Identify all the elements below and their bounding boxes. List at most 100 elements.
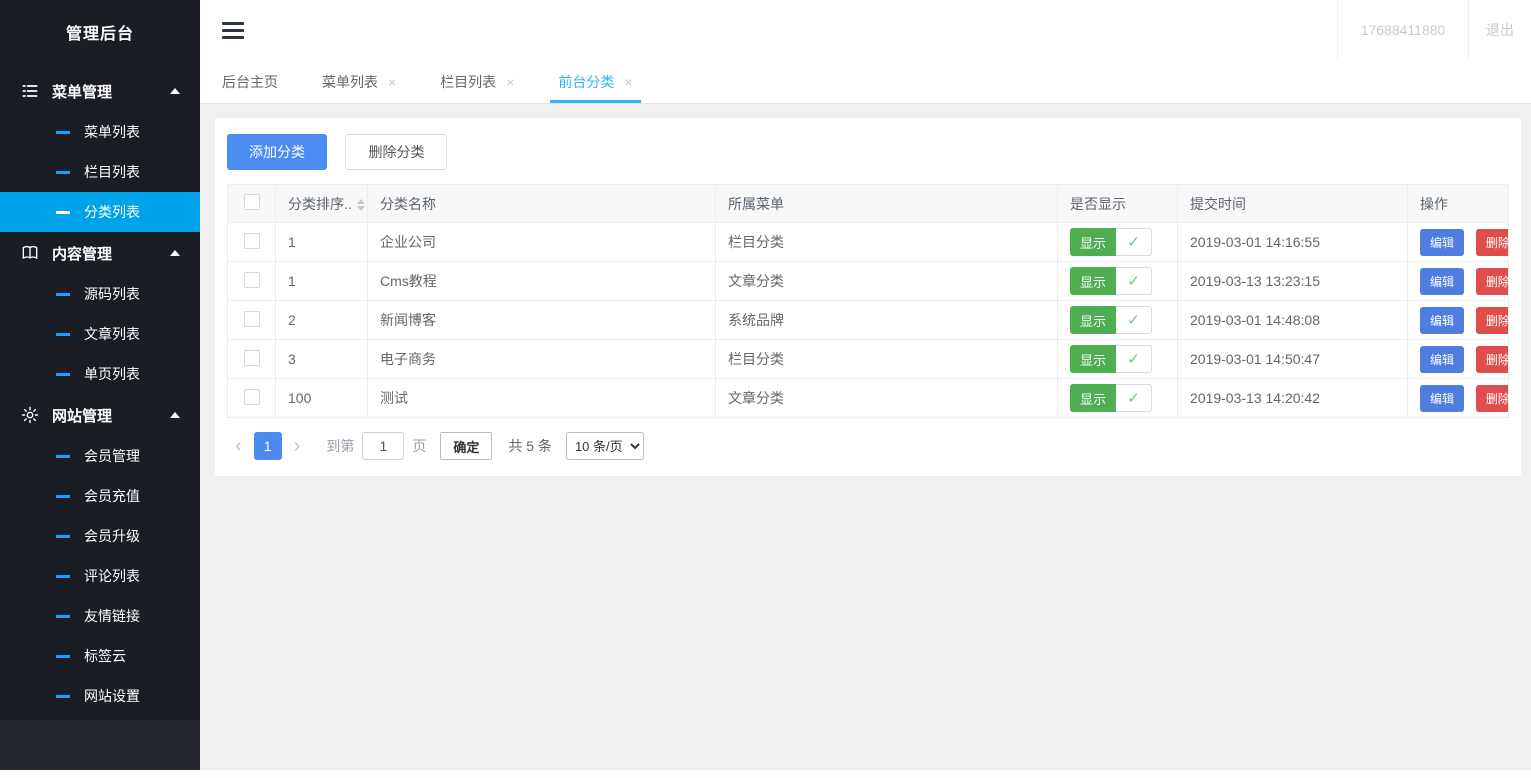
sidebar-item-label: 会员升级	[84, 526, 140, 546]
visible-toggle[interactable]: 显示 ✓	[1070, 306, 1152, 334]
cell-time: 2019-03-13 13:23:15	[1178, 262, 1408, 301]
tab-home[interactable]: 后台主页	[222, 60, 278, 103]
cell-order: 100	[276, 379, 368, 418]
table-row: 1 Cms教程 文章分类 显示 ✓ 2019-03-13 13:23:15	[228, 262, 1509, 301]
delete-button[interactable]: 删除	[1476, 268, 1509, 295]
sidebar-item-member-recharge[interactable]: 会员充值	[0, 476, 200, 516]
column-header-actions: 操作	[1408, 185, 1509, 223]
dash-icon	[56, 131, 70, 134]
edit-button[interactable]: 编辑	[1420, 346, 1464, 373]
sidebar-item-column-list[interactable]: 栏目列表	[0, 152, 200, 192]
column-header-visible: 是否显示	[1058, 185, 1178, 223]
sidebar-group-content-management[interactable]: 内容管理	[0, 232, 200, 274]
sidebar-item-site-settings[interactable]: 网站设置	[0, 676, 200, 716]
tab-front-categories[interactable]: 前台分类 ×	[558, 60, 632, 103]
cell-name: 电子商务	[368, 340, 716, 379]
sidebar-item-tag-cloud[interactable]: 标签云	[0, 636, 200, 676]
topbar-right: 17688411880 退出	[1337, 0, 1531, 60]
sidebar-item-label: 单页列表	[84, 364, 140, 384]
table-row: 2 新闻博客 系统品牌 显示 ✓ 2019-03-01 14:48:08	[228, 301, 1509, 340]
page-size-select[interactable]: 10 条/页	[566, 432, 644, 460]
delete-button[interactable]: 删除	[1476, 307, 1509, 334]
delete-button[interactable]: 删除	[1476, 385, 1509, 412]
dash-icon	[56, 495, 70, 498]
confirm-page-button[interactable]: 确定	[440, 432, 492, 460]
page-number-button[interactable]: 1	[254, 432, 282, 460]
cell-menu: 栏目分类	[716, 340, 1058, 379]
close-icon[interactable]: ×	[506, 74, 514, 90]
dash-icon	[56, 695, 70, 698]
sidebar-item-menu-list[interactable]: 菜单列表	[0, 112, 200, 152]
sidebar-item-source-list[interactable]: 源码列表	[0, 274, 200, 314]
sidebar-item-category-list[interactable]: 分类列表	[0, 192, 200, 232]
sidebar: 管理后台 菜单管理 菜单列表 栏目列表 分类列表	[0, 0, 200, 770]
main-area: 17688411880 退出 后台主页 菜单列表 × 栏目列表 × 前台分类 ×	[200, 0, 1531, 770]
sidebar-item-label: 会员充值	[84, 486, 140, 506]
logout-button[interactable]: 退出	[1469, 0, 1531, 60]
edit-button[interactable]: 编辑	[1420, 385, 1464, 412]
caret-up-icon	[170, 412, 180, 418]
sidebar-footer	[0, 720, 200, 770]
sidebar-item-friend-links[interactable]: 友情链接	[0, 596, 200, 636]
sidebar-group-site-management[interactable]: 网站管理	[0, 394, 200, 436]
dash-icon	[56, 615, 70, 618]
row-checkbox[interactable]	[244, 272, 260, 288]
delete-button[interactable]: 删除	[1476, 229, 1509, 256]
sidebar-item-label: 友情链接	[84, 606, 140, 626]
sidebar-item-article-list[interactable]: 文章列表	[0, 314, 200, 354]
caret-up-icon	[170, 250, 180, 256]
row-checkbox[interactable]	[244, 389, 260, 405]
visible-label: 显示	[1070, 228, 1116, 256]
goto-page-prefix: 到第	[326, 436, 354, 456]
column-header-name: 分类名称	[368, 185, 716, 223]
sidebar-item-comment-list[interactable]: 评论列表	[0, 556, 200, 596]
column-header-order: 分类排序..	[288, 196, 352, 212]
goto-page-input[interactable]	[362, 432, 404, 460]
pagination: ‹ 1 › 到第 页 确定 共 5 条 10 条/页	[227, 432, 1509, 464]
table-row: 3 电子商务 栏目分类 显示 ✓ 2019-03-01 14:50:47	[228, 340, 1509, 379]
visible-toggle[interactable]: 显示 ✓	[1070, 345, 1152, 373]
sidebar-nav: 菜单管理 菜单列表 栏目列表 分类列表 内容管理	[0, 64, 200, 716]
edit-button[interactable]: 编辑	[1420, 307, 1464, 334]
menu-list-icon	[20, 81, 40, 101]
cell-menu: 栏目分类	[716, 223, 1058, 262]
edit-button[interactable]: 编辑	[1420, 268, 1464, 295]
close-icon[interactable]: ×	[388, 74, 396, 90]
row-checkbox[interactable]	[244, 350, 260, 366]
checkmark-icon: ✓	[1116, 345, 1152, 373]
sidebar-item-page-list[interactable]: 单页列表	[0, 354, 200, 394]
hamburger-icon[interactable]	[222, 0, 244, 60]
add-category-button[interactable]: 添加分类	[227, 134, 327, 170]
row-checkbox[interactable]	[244, 311, 260, 327]
sort-icon[interactable]	[357, 199, 365, 211]
sidebar-group-menu-management[interactable]: 菜单管理	[0, 70, 200, 112]
tab-column-list[interactable]: 栏目列表 ×	[440, 60, 514, 103]
close-icon[interactable]: ×	[624, 74, 632, 90]
cell-time: 2019-03-13 14:20:42	[1178, 379, 1408, 418]
visible-toggle[interactable]: 显示 ✓	[1070, 228, 1152, 256]
delete-button[interactable]: 删除	[1476, 346, 1509, 373]
visible-label: 显示	[1070, 384, 1116, 412]
cell-order: 1	[276, 223, 368, 262]
select-all-checkbox[interactable]	[244, 194, 260, 210]
prev-page-icon[interactable]: ‹	[227, 436, 250, 456]
user-phone: 17688411880	[1337, 0, 1469, 60]
sidebar-item-label: 标签云	[84, 646, 126, 666]
visible-toggle[interactable]: 显示 ✓	[1070, 384, 1152, 412]
tab-menu-list[interactable]: 菜单列表 ×	[322, 60, 396, 103]
sidebar-group-label: 网站管理	[52, 405, 112, 426]
cell-time: 2019-03-01 14:48:08	[1178, 301, 1408, 340]
delete-category-button[interactable]: 删除分类	[345, 134, 447, 170]
dash-icon	[56, 655, 70, 658]
cell-time: 2019-03-01 14:50:47	[1178, 340, 1408, 379]
sidebar-item-member-management[interactable]: 会员管理	[0, 436, 200, 476]
edit-button[interactable]: 编辑	[1420, 229, 1464, 256]
app-title: 管理后台	[0, 0, 200, 64]
visible-toggle[interactable]: 显示 ✓	[1070, 267, 1152, 295]
row-checkbox[interactable]	[244, 233, 260, 249]
next-page-icon[interactable]: ›	[286, 436, 309, 456]
sidebar-item-label: 菜单列表	[84, 122, 140, 142]
table-header-row: 分类排序.. 分类名称 所属菜单 是否显示 提交时间 操作	[228, 185, 1509, 223]
sidebar-item-member-upgrade[interactable]: 会员升级	[0, 516, 200, 556]
cell-time: 2019-03-01 14:16:55	[1178, 223, 1408, 262]
